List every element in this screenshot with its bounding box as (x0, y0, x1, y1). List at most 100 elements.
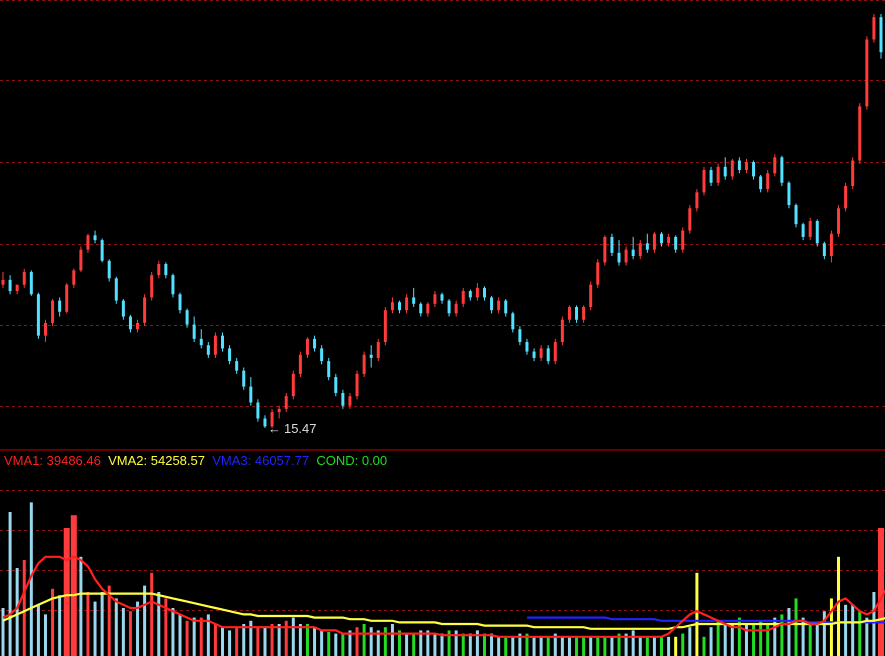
candle-body (334, 377, 338, 393)
candle-body (228, 348, 232, 362)
volume-bar (716, 620, 720, 656)
candle-body (100, 240, 104, 261)
volume-bar (412, 633, 416, 656)
volume-bar (277, 624, 281, 656)
candle-body (398, 302, 402, 311)
candle-body (383, 310, 387, 343)
volume-bar (150, 572, 154, 656)
candle-body (482, 287, 486, 298)
candle-body (15, 284, 19, 292)
volume-bar (702, 636, 706, 656)
candle-body (178, 294, 182, 311)
candle-body (794, 205, 798, 225)
volume-bar (298, 624, 302, 656)
candle-body (844, 185, 848, 209)
candle-body (610, 236, 614, 253)
candle-body (136, 322, 140, 330)
candle-body (192, 324, 196, 339)
volume-bar (121, 608, 125, 656)
volume-bar (185, 620, 189, 656)
candle-body (22, 271, 26, 285)
candle-body (121, 300, 125, 317)
candle-body (667, 236, 671, 244)
candle-body (419, 303, 423, 314)
candle-body (851, 160, 855, 186)
candle-body (107, 260, 111, 279)
volume-bar (313, 627, 317, 656)
candle-body (744, 162, 748, 171)
candle-body (341, 392, 345, 406)
candle-body (702, 170, 706, 193)
candle-body (1, 279, 5, 285)
candle-body (405, 297, 409, 311)
volume-bar (256, 627, 260, 656)
candle-body (171, 275, 175, 295)
volume-bar (15, 568, 19, 656)
volume-bar (752, 624, 756, 656)
volume-bar (582, 636, 586, 656)
volume-bar (794, 598, 798, 656)
volume-bar (837, 556, 841, 656)
candle-body (645, 243, 649, 250)
volume-bar (263, 627, 267, 656)
candle-body (256, 402, 260, 419)
vma1-label: VMA1: 39486.46 (4, 453, 101, 468)
volume-bar (787, 608, 791, 656)
volume-bar (829, 598, 833, 656)
candle-body (433, 294, 437, 304)
candle-body (284, 396, 288, 409)
volume-bar (468, 633, 472, 656)
volume-bar (660, 636, 663, 656)
candle-body (263, 418, 267, 427)
volume-bar (228, 630, 232, 656)
volume-bar (433, 633, 437, 656)
candle-body (879, 17, 883, 53)
volume-bar (674, 636, 678, 656)
candle-body (390, 302, 394, 311)
candle-body (376, 342, 380, 358)
volume-bar (490, 633, 494, 656)
volume-bar (79, 556, 83, 656)
candle-body (518, 329, 522, 343)
price-candles (1, 14, 883, 428)
candle-body (674, 236, 678, 250)
volume-bar (143, 585, 147, 656)
volume-bar (759, 620, 763, 656)
volume-bar (136, 601, 140, 656)
volume-bar (235, 627, 239, 656)
volume-bar (589, 636, 593, 656)
candle-body (603, 236, 607, 263)
candle-body (412, 297, 416, 304)
candle-body (362, 354, 366, 374)
volume-bar (539, 636, 543, 656)
candle-body (709, 170, 713, 183)
candle-body (213, 335, 217, 355)
candle-body (780, 157, 784, 183)
vma3-label: VMA3: 46057.77 (212, 453, 310, 468)
volume-bar (808, 624, 812, 656)
volume-bar (369, 627, 373, 656)
candle-body (157, 263, 161, 276)
candle-body (199, 338, 203, 346)
candle-body (695, 192, 699, 209)
candle-body (759, 176, 763, 190)
candle-body (490, 297, 494, 311)
candle-body (553, 342, 557, 362)
candle-body (93, 235, 97, 241)
candle-body (185, 310, 189, 325)
volume-bar (532, 636, 536, 656)
volume-bar (199, 617, 203, 656)
indicator-legend: VMA1: 39486.46 VMA2: 54258.57 VMA3: 4605… (4, 453, 387, 468)
candle-body (560, 319, 564, 343)
volume-bar (667, 636, 671, 656)
candle-body (716, 166, 720, 183)
candle-body (51, 300, 55, 323)
candle-body (58, 300, 62, 312)
volume-bar (560, 636, 564, 656)
volume-bar (546, 636, 550, 656)
candle-body (596, 262, 600, 285)
candle-body (29, 271, 33, 295)
candle-body (865, 39, 869, 107)
volume-bar (327, 632, 331, 656)
candle-body (681, 230, 685, 250)
